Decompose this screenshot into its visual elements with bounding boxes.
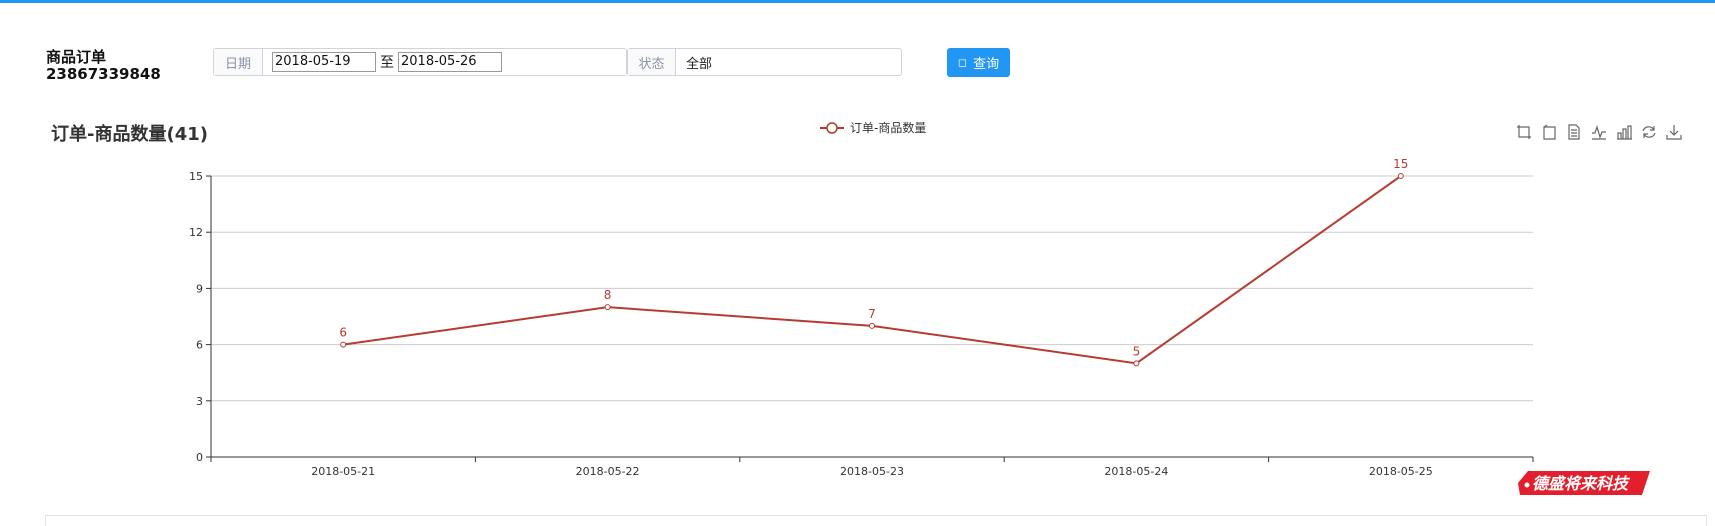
data-label: 8 — [604, 288, 612, 302]
brand-logo: 德盛将来科技 — [1518, 471, 1650, 495]
svg-text:德盛将来科技: 德盛将来科技 — [1532, 475, 1630, 493]
legend-label: 订单-商品数量 — [850, 120, 926, 135]
series-line — [343, 175, 1402, 365]
y-tick-label: 12 — [189, 226, 203, 239]
data-label: 6 — [339, 326, 347, 340]
zoom-reset-icon[interactable] — [1540, 123, 1558, 141]
y-tick-label: 0 — [196, 451, 203, 464]
y-tick-label: 3 — [196, 395, 203, 408]
y-tick-label: 9 — [196, 282, 203, 295]
legend-marker-icon — [826, 122, 838, 134]
data-point — [340, 341, 347, 348]
data-point — [1397, 173, 1404, 179]
data-point — [869, 322, 875, 329]
data-label: 7 — [868, 307, 876, 321]
bottom-panel — [45, 515, 1707, 526]
x-tick-label: 2018-05-23 — [840, 465, 904, 478]
data-view-icon[interactable] — [1565, 123, 1583, 141]
x-tick-label: 2018-05-22 — [576, 465, 640, 478]
zoom-icon[interactable] — [1515, 123, 1533, 141]
y-tick-label: 15 — [189, 170, 203, 183]
line-chart-icon[interactable] — [1590, 123, 1608, 141]
download-icon[interactable] — [1665, 123, 1683, 141]
data-label: 5 — [1133, 344, 1141, 358]
restore-icon[interactable] — [1640, 123, 1658, 141]
data-label: 15 — [1393, 157, 1408, 171]
data-point — [604, 304, 611, 311]
bar-chart-icon[interactable] — [1615, 123, 1633, 141]
chart-toolbox — [1515, 123, 1683, 141]
x-tick-label: 2018-05-21 — [311, 465, 375, 478]
x-tick-label: 2018-05-25 — [1369, 465, 1433, 478]
x-tick-label: 2018-05-24 — [1104, 465, 1168, 478]
data-point — [1133, 360, 1140, 367]
line-chart: 0 3 6 9 12 15 2018-05-21 2018-05-22 2018-05-23 20… — [189, 120, 1534, 478]
y-tick-label: 6 — [196, 339, 203, 352]
